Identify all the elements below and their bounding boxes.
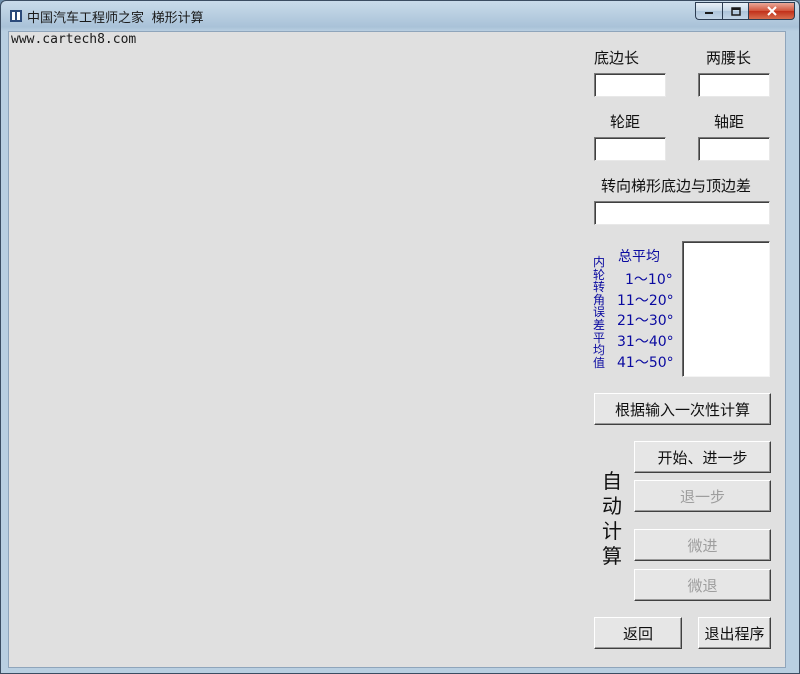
close-icon	[766, 6, 777, 16]
caption-buttons	[695, 2, 795, 22]
window-title: 中国汽车工程师之家 梯形计算	[27, 10, 204, 25]
auto-label-char: 计	[602, 519, 622, 543]
minimize-icon	[705, 12, 713, 14]
close-button[interactable]	[748, 2, 795, 20]
maximize-button[interactable]	[722, 2, 748, 20]
minimize-button[interactable]	[695, 2, 722, 20]
exit-button[interactable]: 退出程序	[698, 617, 771, 649]
compute-once-button[interactable]: 根据输入一次性计算	[594, 393, 771, 425]
vlabel-char: 差	[592, 317, 605, 332]
base-top-diff-label: 转向梯形底边与顶边差	[601, 177, 752, 195]
auto-label-char: 动	[602, 494, 622, 518]
error-row-1-10: 1～10°	[625, 272, 673, 288]
auto-compute-label: 自 动 计 算	[600, 469, 624, 569]
base-length-label: 底边长	[594, 49, 640, 67]
error-row-11-20: 11～20°	[617, 293, 674, 309]
app-icon	[10, 10, 22, 22]
track-input[interactable]	[594, 137, 666, 161]
client-area: www.cartech8.com 底边长 两腰长 轮距 轴距 转向梯形底边与顶边…	[8, 31, 786, 668]
error-row-21-30: 21～30°	[617, 313, 674, 329]
vlabel-char: 值	[592, 355, 605, 370]
track-label: 轮距	[610, 113, 641, 131]
vlabel-char: 内	[592, 255, 605, 269]
window-subtitle: 梯形计算	[151, 10, 204, 25]
auto-label-char: 自	[602, 469, 622, 493]
return-button[interactable]: 返回	[594, 617, 682, 649]
main-window: 中国汽车工程师之家 梯形计算 www.cartech8.com 底边长 两腰长 …	[0, 0, 800, 674]
leg-length-input[interactable]	[698, 73, 770, 97]
error-row-31-40: 31～40°	[617, 334, 674, 350]
leg-length-label: 两腰长	[706, 49, 752, 67]
start-step-button[interactable]: 开始、进一步	[634, 441, 771, 473]
watermark-url: www.cartech8.com	[11, 32, 137, 47]
auto-label-char: 算	[602, 544, 622, 568]
base-top-diff-input[interactable]	[594, 201, 770, 225]
error-results-listbox[interactable]	[682, 241, 770, 377]
vlabel-char: 均	[592, 343, 605, 358]
fine-forward-button[interactable]: 微进	[634, 529, 771, 561]
title-bar[interactable]: 中国汽车工程师之家 梯形计算	[1, 1, 799, 31]
fine-back-button[interactable]: 微退	[634, 569, 771, 601]
error-row-total: 总平均	[618, 249, 660, 265]
step-back-button[interactable]: 退一步	[634, 480, 771, 512]
error-row-41-50: 41～50°	[617, 355, 674, 371]
maximize-icon	[730, 6, 741, 16]
base-length-input[interactable]	[594, 73, 666, 97]
inner-angle-error-label: 内 轮 转 角 误 差 平 均 值	[592, 256, 606, 369]
vlabel-char: 转	[592, 280, 605, 295]
wheelbase-input[interactable]	[698, 137, 770, 161]
wheelbase-label: 轴距	[714, 113, 745, 131]
